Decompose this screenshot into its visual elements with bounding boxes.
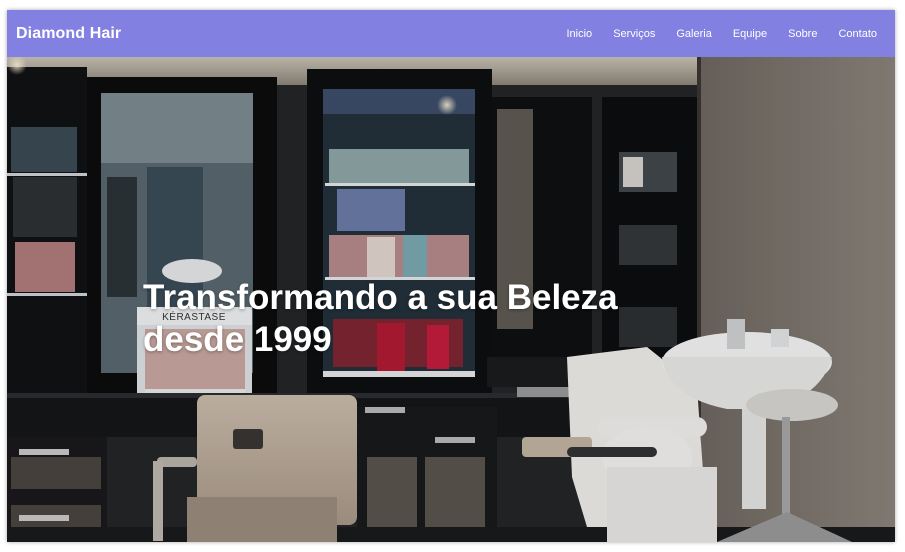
hero-headline: Transformando a sua Beleza desde 1999 <box>143 277 683 361</box>
nav-link-inicio[interactable]: Inicio <box>567 28 593 40</box>
hero-headline-line1: Transformando a sua Beleza <box>143 278 618 317</box>
nav-link-servicos[interactable]: Serviços <box>613 28 655 40</box>
nav-link-equipe[interactable]: Equipe <box>733 28 767 40</box>
nav-link-sobre[interactable]: Sobre <box>788 28 817 40</box>
nav-link-contato[interactable]: Contato <box>838 28 877 40</box>
hero-headline-line2: desde 1999 <box>143 320 332 359</box>
top-navbar: Diamond Hair Inicio Serviços Galeria Equ… <box>7 10 895 57</box>
brand-logo-text[interactable]: Diamond Hair <box>16 25 121 43</box>
page-frame: Diamond Hair Inicio Serviços Galeria Equ… <box>7 10 895 542</box>
nav-link-galeria[interactable]: Galeria <box>676 28 711 40</box>
nav-menu: Inicio Serviços Galeria Equipe Sobre Con… <box>546 28 878 40</box>
hero-section: KÉRASTASE Transformando a sua Beleza des… <box>7 57 895 542</box>
